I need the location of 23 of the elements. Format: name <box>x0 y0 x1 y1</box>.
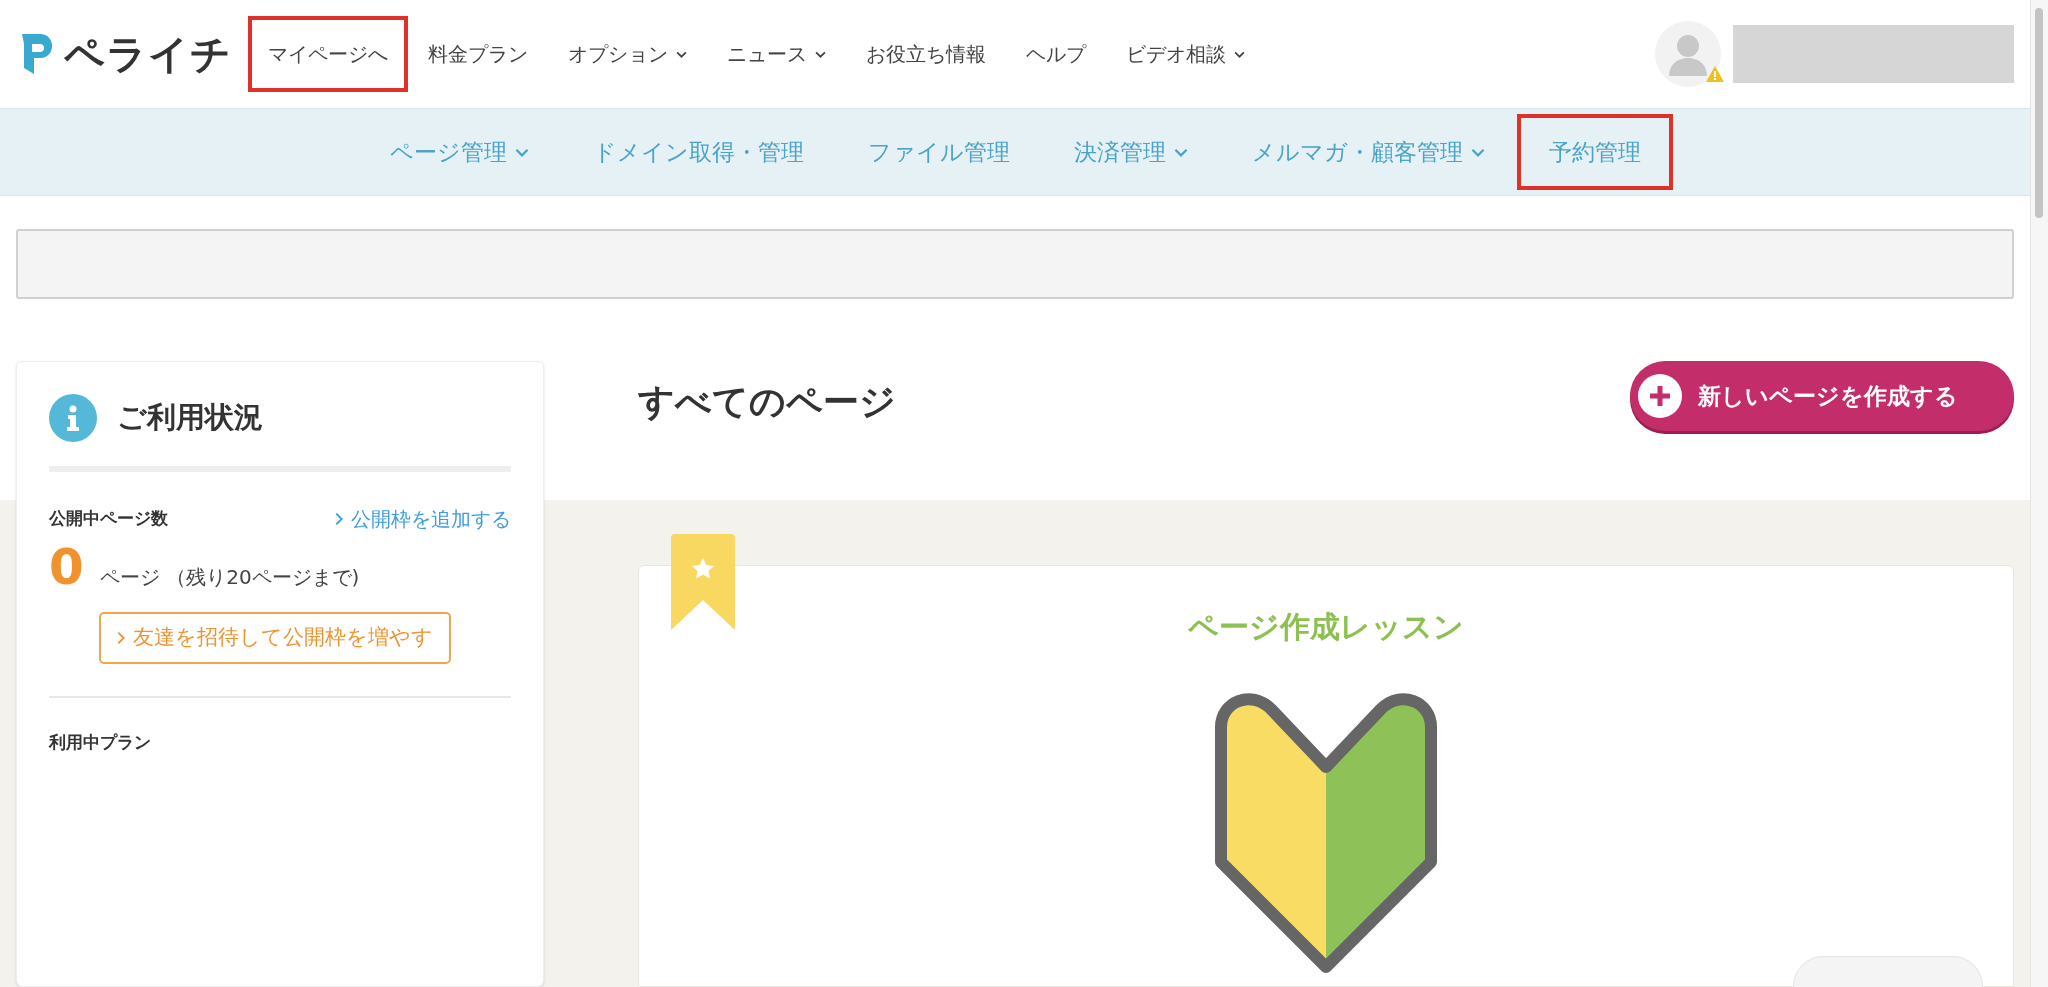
new-page-button[interactable]: 新しいページを作成する <box>1630 361 2014 431</box>
plan-label: 利用中プラン <box>49 732 151 752</box>
card-title: ご利用状況 <box>117 399 263 437</box>
nav-link[interactable]: 料金プラン <box>408 16 548 92</box>
chevron-right-icon <box>117 631 125 645</box>
nav-link[interactable]: オプション <box>548 16 707 92</box>
nav-link[interactable]: お役立ち情報 <box>846 16 1006 92</box>
warning-icon <box>1705 65 1725 83</box>
logo-text[interactable]: ペライチ <box>64 24 232 84</box>
scrollbar[interactable] <box>2030 0 2048 987</box>
nav-link[interactable]: ビデオ相談 <box>1106 16 1265 92</box>
nav-link[interactable]: ニュース <box>707 16 846 92</box>
published-label: 公開中ページ数 <box>49 507 168 531</box>
page-count-text: ページ （残り20ページまで) <box>99 564 360 591</box>
nav-link[interactable]: マイページへ <box>248 16 408 92</box>
lesson-title: ページ作成レッスン <box>1188 608 1464 646</box>
page-title: すべてのページ <box>638 380 896 424</box>
chevron-right-icon <box>335 512 343 526</box>
info-icon <box>49 394 97 442</box>
page-count: 0 <box>49 542 84 592</box>
nav-link[interactable]: ヘルプ <box>1006 16 1106 92</box>
add-slot-link[interactable]: 公開枠を追加する <box>335 504 511 534</box>
plus-icon <box>1638 374 1682 418</box>
